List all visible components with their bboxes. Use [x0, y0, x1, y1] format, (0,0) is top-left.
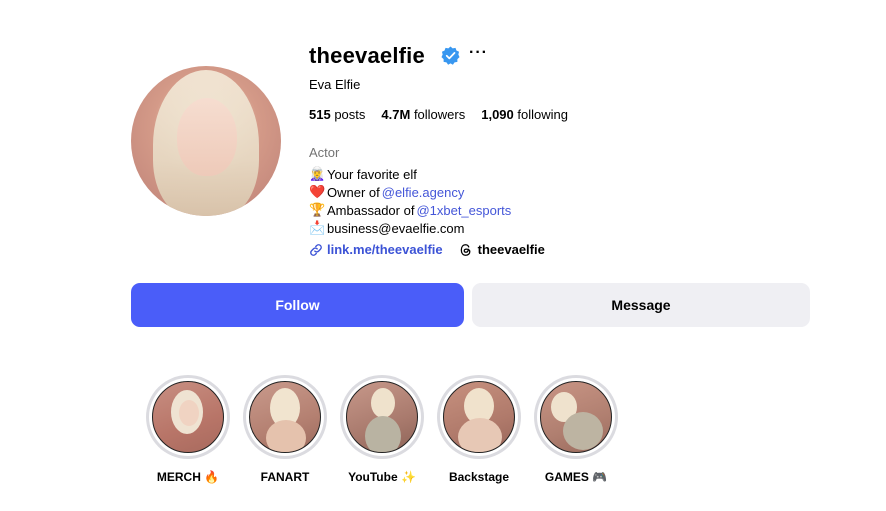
external-link[interactable]: link.me/theevaelfie: [309, 242, 443, 257]
link-icon: [310, 243, 322, 256]
follow-button[interactable]: Follow: [131, 283, 464, 327]
story-highlight[interactable]: GAMES 🎮: [534, 375, 618, 484]
mention-link[interactable]: @1xbet_esports: [416, 203, 511, 218]
threads-link[interactable]: theevaelfie: [459, 242, 545, 257]
bio-line: 🏆 Ambassador of @1xbet_esports: [309, 202, 511, 218]
profile-stats: 515 posts 4.7M followers 1,090 following: [309, 107, 568, 122]
bio-text: Owner of: [327, 184, 380, 200]
stat-posts-label: posts: [334, 107, 366, 122]
profile-links: link.me/theevaelfie theevaelfie: [309, 242, 545, 257]
message-button[interactable]: Message: [472, 283, 810, 327]
mention-link[interactable]: @elfie.agency: [382, 185, 465, 200]
envelope-icon: 📩: [309, 220, 326, 235]
elf-icon: 🧝‍♀️: [309, 166, 326, 181]
stat-following[interactable]: 1,090 following: [481, 107, 568, 122]
trophy-icon: 🏆: [309, 202, 326, 217]
stat-posts: 515 posts: [309, 107, 365, 122]
highlight-cover: [443, 381, 515, 453]
threads-icon: [460, 243, 471, 256]
bio-text: Ambassador of: [327, 202, 415, 218]
heart-icon: ❤️: [309, 184, 326, 199]
stat-followers-label: followers: [413, 107, 466, 122]
highlight-label: GAMES 🎮: [544, 470, 608, 484]
highlight-cover: [346, 381, 418, 453]
bio-text: business@evaelfie.com: [327, 220, 465, 236]
external-link-text: link.me/theevaelfie: [327, 242, 443, 257]
profile-full-name: Eva Elfie: [309, 77, 361, 92]
highlight-label: Backstage: [448, 470, 510, 484]
bio-line: ❤️ Owner of @elfie.agency: [309, 184, 464, 200]
bio-text: Your favorite elf: [327, 166, 417, 182]
highlight-label: YouTube ✨: [348, 470, 416, 484]
highlight-label: FANART: [260, 470, 310, 484]
highlight-label: MERCH 🔥: [156, 470, 220, 484]
stat-posts-value: 515: [309, 107, 331, 122]
profile-avatar[interactable]: [131, 66, 281, 216]
bio-line: 🧝‍♀️ Your favorite elf: [309, 166, 417, 182]
stat-followers[interactable]: 4.7M followers: [381, 107, 465, 122]
stat-following-label: following: [517, 107, 568, 122]
story-highlight[interactable]: YouTube ✨: [340, 375, 424, 484]
profile-username: theevaelfie: [309, 43, 425, 68]
highlight-ring: [437, 375, 521, 459]
bio-line: 📩 business@evaelfie.com: [309, 220, 464, 236]
highlight-cover: [152, 381, 224, 453]
highlight-ring: [534, 375, 618, 459]
more-options-icon[interactable]: ···: [469, 44, 488, 62]
highlight-ring: [146, 375, 230, 459]
story-highlight[interactable]: Backstage: [437, 375, 521, 484]
highlight-cover: [540, 381, 612, 453]
avatar-face: [177, 98, 237, 176]
verified-badge-icon: [441, 46, 460, 65]
highlight-ring: [340, 375, 424, 459]
stat-followers-value: 4.7M: [381, 107, 411, 122]
profile-category: Actor: [309, 145, 340, 160]
stat-following-value: 1,090: [481, 107, 514, 122]
threads-text: theevaelfie: [477, 242, 545, 257]
story-highlight[interactable]: FANART: [243, 375, 327, 484]
highlight-cover: [249, 381, 321, 453]
highlight-ring: [243, 375, 327, 459]
story-highlight[interactable]: MERCH 🔥: [146, 375, 230, 484]
